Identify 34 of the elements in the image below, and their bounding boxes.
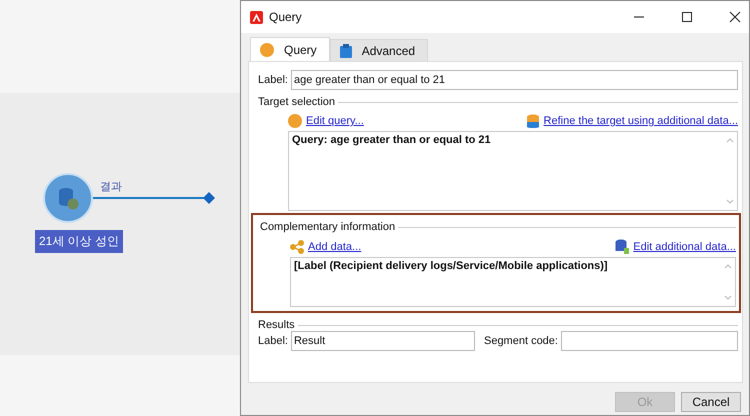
- node-label[interactable]: 21세 이상 성인: [35, 230, 124, 253]
- clipboard-icon: [340, 44, 352, 58]
- edit-query-link[interactable]: Edit query...: [306, 115, 364, 127]
- transition-label: 결과: [100, 180, 122, 194]
- label-input[interactable]: age greater than or equal to 21: [290, 70, 738, 90]
- circle-icon: [260, 43, 274, 57]
- field-label: Segment code:: [484, 335, 558, 347]
- database-icon: [526, 114, 540, 128]
- section-title: Results: [258, 319, 295, 331]
- section-title: Target selection: [258, 96, 336, 108]
- section-title: Complementary information: [260, 221, 396, 233]
- database-icon: [615, 239, 630, 254]
- close-icon[interactable]: [729, 11, 741, 23]
- segment-code-input[interactable]: [560, 331, 738, 351]
- tab[interactable]: Advanced: [330, 39, 428, 61]
- additional-data-text: [Label (Recipient delivery logs/Service/Mobile applications)]: [294, 260, 608, 272]
- additional-data-text-area[interactable]: [Label (Recipient delivery logs/Service/Mobile applications)]: [290, 257, 736, 307]
- query-text: Query: age greater than or equal to 21: [292, 134, 491, 146]
- transition-arrow[interactable]: [93, 191, 217, 205]
- maximize-icon[interactable]: [681, 11, 693, 23]
- tab[interactable]: Query: [250, 37, 330, 61]
- add-data-link[interactable]: Add data...: [308, 240, 362, 252]
- field-label: Label:: [258, 335, 288, 347]
- app-logo-icon: [250, 10, 263, 24]
- circle-icon: [288, 114, 302, 128]
- query-text-area[interactable]: Query: age greater than or equal to 21: [288, 131, 738, 211]
- share-icon: [290, 240, 304, 254]
- refine-target-link[interactable]: Refine the target using additional data...: [544, 115, 738, 127]
- result-label-input[interactable]: Result: [290, 331, 475, 351]
- edit-additional-data-link[interactable]: Edit additional data...: [633, 240, 736, 252]
- field-label: Label:: [258, 74, 288, 86]
- query-node-icon[interactable]: [42, 172, 94, 224]
- window-title: Query: [269, 10, 302, 24]
- dialog-button[interactable]: Cancel: [681, 392, 741, 412]
